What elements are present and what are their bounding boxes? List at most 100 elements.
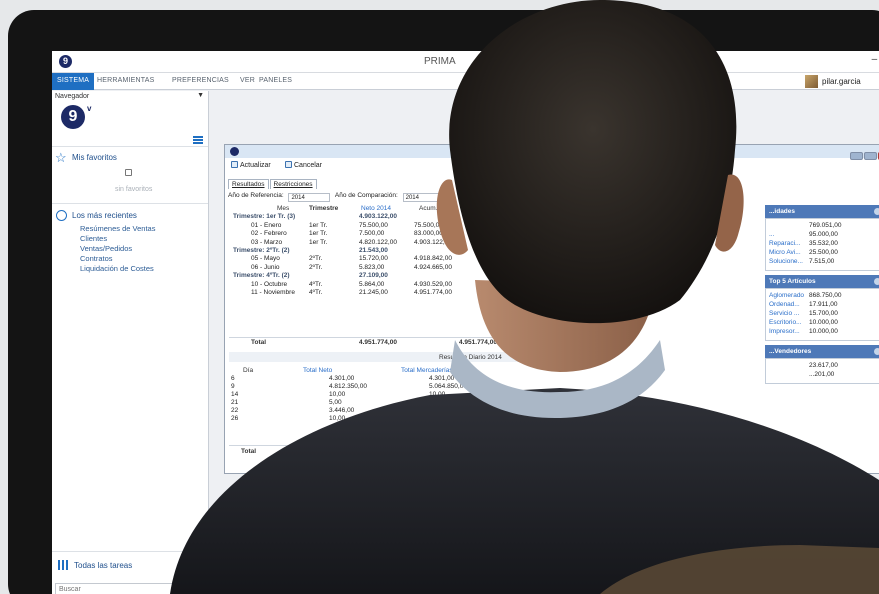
search-input[interactable] [59, 586, 179, 593]
daily-grid-rows: 6 4.301,00 4.301,00 9 4.812.350,00 5.064.850,… [229, 375, 529, 423]
user-menu[interactable]: pilar.garcia [805, 73, 879, 90]
list-item[interactable]: Solucione... 7.515,00 [769, 258, 879, 267]
col-trimestre[interactable]: Trimestre [309, 205, 338, 212]
ref-year-field[interactable]: 2014 [288, 193, 331, 202]
menu-ver[interactable]: VER [240, 77, 255, 84]
total-label: Total [251, 339, 267, 346]
list-item[interactable]: 23.617,00 [769, 362, 879, 371]
table-row[interactable]: 21 5,00 5,00 [229, 399, 529, 407]
list-item[interactable]: Aglomerado 868.750,00 [769, 292, 879, 301]
all-tasks-link[interactable]: Todas las tareas [74, 561, 132, 570]
group-row[interactable]: Trimestre: 2ºTr. (2) 21.543,00 [229, 247, 529, 255]
panel-options-icon[interactable] [874, 348, 879, 355]
dashboard-panel-header: ...Vendedores [765, 345, 879, 358]
daily-grid-header: Día Total Neto Total Mercaderías [229, 367, 529, 375]
list-item[interactable]: ...201,00 [769, 371, 879, 380]
table-row[interactable]: 10 - Octubre 4ºTr. 5.864,00 4.930.529,00 [229, 281, 529, 289]
panel-options-icon[interactable] [874, 208, 879, 215]
cell-total-merc: 5.064.850,00 [429, 383, 467, 390]
group-row[interactable]: Trimestre: 4ºTr. (2) 27.109,00 [229, 272, 529, 280]
cell-neto: 21.245,00 [359, 288, 388, 296]
table-row[interactable]: 01 - Enero 1er Tr. 75.500,00 75.500,00 [229, 222, 529, 230]
table-row[interactable]: 06 - Junio 2ºTr. 5.823,00 4.924.665,00 [229, 264, 529, 272]
table-row[interactable]: 26 10,00 10,00 [229, 415, 529, 423]
list-item[interactable]: Impresor... 10.000,00 [769, 328, 879, 337]
cell-mes: 10 - Octubre [251, 280, 288, 288]
cell-total-merc: 10,00 [429, 415, 446, 422]
recent-item-contratos[interactable]: Contratos [80, 254, 113, 263]
tab-restricciones[interactable]: Restricciones [269, 179, 317, 189]
cell-mes: 06 - Junio [251, 263, 280, 271]
refresh-icon [231, 161, 238, 168]
search-box[interactable] [55, 583, 205, 594]
list-item[interactable]: Micro Avi... 25.500,00 [769, 249, 879, 258]
recent-item-ventas[interactable]: Ventas/Pedidos [80, 244, 132, 253]
favorites-empty-text: sin favoritos [115, 186, 153, 193]
cell-acum: 4.918.842,00 [414, 255, 452, 263]
menu-sistema[interactable]: SISTEMA [52, 73, 95, 90]
tab-resultados[interactable]: Resultados [228, 179, 269, 189]
list-item[interactable]: ... 95.000,00 [769, 231, 879, 240]
search-icon[interactable] [192, 587, 199, 594]
pin-icon[interactable]: ▼ [197, 92, 204, 99]
group-row[interactable]: Trimestre: 1er Tr. (3) 4.903.122,00 [229, 213, 529, 221]
daily-total-label: Total [241, 448, 257, 455]
list-item[interactable]: 769.051,00 [769, 222, 879, 231]
item-label: Aglomerado [769, 292, 805, 299]
dashboard-panel-title: ...Vendedores [769, 348, 812, 355]
recent-item-resumenes[interactable]: Resúmenes de Ventas [80, 224, 155, 233]
user-name: pilar.garcia [822, 77, 861, 86]
table-row[interactable]: 22 3.446,00 3.620,00 [229, 407, 529, 415]
window-title: PRIMA [424, 56, 456, 67]
grid-rows: Trimestre: 1er Tr. (3) 4.903.122,00 01 - E… [229, 213, 529, 297]
cancel-button[interactable]: Cancelar [285, 161, 322, 169]
daily-total-row: Total 4.820.122,00 [229, 445, 529, 457]
table-row[interactable]: 9 4.812.350,00 5.064.850,00 [229, 383, 529, 391]
item-label: Impresor... [769, 328, 800, 335]
table-row[interactable]: 14 10,00 10,00 [229, 391, 529, 399]
refresh-button[interactable]: Actualizar [231, 161, 271, 169]
dashboard-panel-body: 23.617,00 ...201,00 [765, 358, 879, 384]
recent-item-clientes[interactable]: Clientes [80, 234, 107, 243]
list-item[interactable]: Escritorio... 10.000,00 [769, 319, 879, 328]
total-neto: 4.951.774,00 [359, 339, 397, 346]
item-label: Reparaci... [769, 240, 801, 247]
col-dia[interactable]: Día [243, 367, 253, 374]
col-acum[interactable]: Acum. Net. [419, 205, 451, 212]
recent-title[interactable]: Los más recientes [72, 211, 137, 220]
menu-herramientas[interactable]: HERRAMIENTAS [97, 77, 155, 84]
item-value: 35.532,00 [809, 240, 838, 247]
table-row[interactable]: 6 4.301,00 4.301,00 [229, 375, 529, 383]
col-neto[interactable]: Neto 2014 [361, 205, 391, 212]
cell-dia: 6 [231, 375, 235, 382]
cmp-year-field[interactable]: 2014 [402, 193, 445, 202]
refresh-label: Actualizar [240, 162, 271, 169]
cell-acum: 75.500,00 [414, 221, 443, 229]
list-item[interactable]: Ordenad... 17.911,00 [769, 301, 879, 310]
item-label: Servicio ... [769, 310, 800, 317]
table-row[interactable]: 02 - Febrero 1er Tr. 7.500,00 83.000,00 [229, 230, 529, 238]
cell-acum: 4.930.529,00 [414, 280, 452, 288]
cell-mes: 02 - Febrero [251, 230, 287, 238]
menu-paneles[interactable]: PANELES [259, 77, 292, 84]
table-row[interactable]: 03 - Marzo 1er Tr. 4.820.122,00 4.903.122,0… [229, 239, 529, 247]
favorites-title[interactable]: Mis favoritos [72, 153, 117, 162]
total-acum: 4.951.774,00 [459, 339, 497, 346]
table-row[interactable]: 05 - Mayo 2ºTr. 15.720,00 4.918.842,00 [229, 255, 529, 263]
list-item[interactable]: Reparaci... 35.532,00 [769, 240, 879, 249]
list-item[interactable]: Servicio ... 15.700,00 [769, 310, 879, 319]
daily-summary-title: Resumen Diario 2014 [439, 354, 502, 361]
item-value: 10.000,00 [809, 319, 838, 326]
col-mes[interactable]: Mes [277, 205, 289, 212]
hamburger-menu-icon[interactable] [193, 136, 203, 144]
panel-options-icon[interactable] [874, 278, 879, 285]
table-row[interactable]: 11 - Noviembre 4ºTr. 21.245,00 4.951.774,00 [229, 289, 529, 297]
monthly-grid: Mes Trimestre Neto 2014 Acum. Net. Trime… [229, 205, 529, 297]
window-controls[interactable]: – □ [872, 54, 879, 65]
menu-preferencias[interactable]: PREFERENCIAS [172, 77, 229, 84]
cell-neto: 75.500,00 [359, 221, 388, 229]
recent-item-liquidacion[interactable]: Liquidación de Costes [80, 264, 154, 273]
col-total-neto[interactable]: Total Neto [303, 367, 332, 374]
cell-total-merc: 10,00 [429, 391, 446, 398]
col-total-merc[interactable]: Total Mercaderías [401, 367, 453, 374]
